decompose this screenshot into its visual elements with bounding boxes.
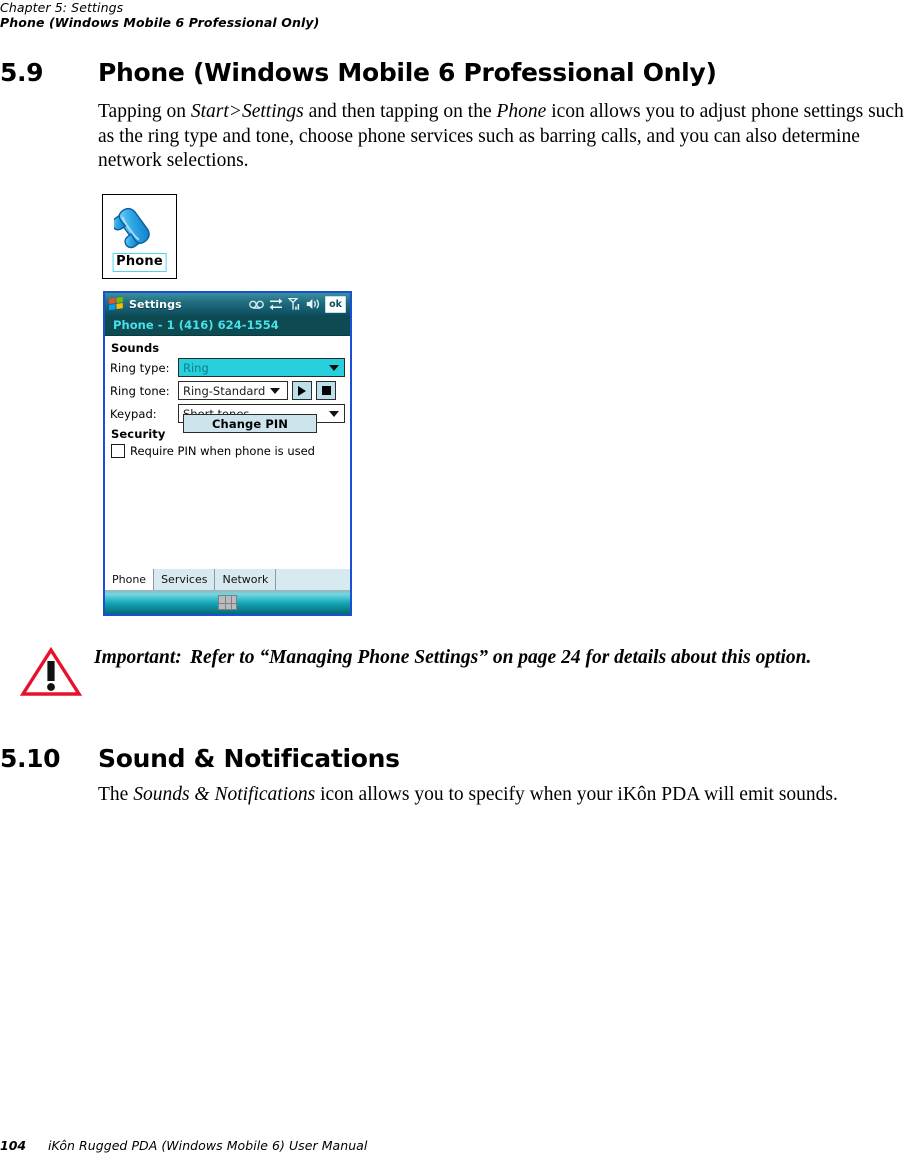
phone-number-label: Phone - 1 (416) 624-1554 [113, 318, 279, 332]
footer-page-number: 104 [0, 1138, 27, 1153]
keypad-label: Keypad: [110, 406, 157, 421]
tab-network[interactable]: Network [215, 569, 277, 590]
pda-tab-bar: Phone Services Network [105, 569, 350, 590]
important-note-lead: Important: [94, 647, 182, 668]
phone-icon-caption: Phone [112, 253, 167, 272]
section-heading-5-10: 5.10 Sound & Notifications [0, 744, 400, 773]
tab-services[interactable]: Services [154, 569, 216, 590]
ring-type-row: Ring type: Ring [110, 358, 345, 377]
section-number: 5.9 [0, 58, 44, 87]
status-icon-tray: ok [249, 295, 346, 313]
chevron-down-icon[interactable] [270, 387, 280, 394]
pda-content-area: Sounds Ring type: Ring Ring tone: Ring-S… [105, 336, 350, 590]
voicemail-icon[interactable] [249, 299, 265, 310]
running-head-section: Phone (Windows Mobile 6 Professional Onl… [0, 15, 320, 30]
page-footer: 104 iKôn Rugged PDA (Windows Mobile 6) U… [0, 1138, 367, 1153]
pda-titlebar: Settings ok [105, 293, 350, 315]
paragraph-emphasis-phone: Phone [496, 101, 547, 122]
require-pin-row[interactable]: Require PIN when phone is used [111, 444, 345, 458]
paragraph-part-2: icon allows you to specify when your iKô… [315, 784, 838, 805]
ring-type-combobox[interactable]: Ring [178, 358, 345, 377]
pda-window-title: Settings [129, 297, 182, 311]
speaker-icon[interactable] [306, 298, 320, 310]
running-head: Chapter 5: Settings Phone (Windows Mobil… [0, 0, 916, 30]
signal-bars-icon[interactable] [288, 298, 301, 310]
windows-flag-icon[interactable] [108, 297, 125, 311]
sounds-group-label: Sounds [111, 341, 160, 355]
ring-type-label: Ring type: [110, 360, 170, 375]
chevron-down-icon[interactable] [329, 410, 339, 417]
paragraph-part-1: The [98, 784, 134, 805]
pda-taskbar [105, 590, 350, 614]
ring-tone-row: Ring tone: Ring-Standard [110, 381, 345, 400]
phone-handset-icon [113, 207, 150, 249]
important-note: Important: Refer to “Managing Phone Sett… [20, 645, 900, 697]
ok-button[interactable]: ok [325, 295, 346, 313]
play-button[interactable] [292, 381, 312, 400]
section-number: 5.10 [0, 744, 61, 773]
paragraph-part-2: and then tapping on the [303, 101, 497, 122]
page-title: Phone (Windows Mobile 6 Professional Onl… [98, 58, 717, 87]
paragraph-emphasis-start-settings: Start>Settings [190, 101, 304, 122]
running-head-chapter: Chapter 5: Settings [0, 0, 124, 15]
section-5-9-paragraph: Tapping on Start>Settings and then tappi… [98, 100, 916, 174]
ring-tone-value: Ring-Standard [183, 383, 266, 398]
paragraph-part-1: Tapping on [98, 101, 191, 122]
section-heading-5-9: 5.9 Phone (Windows Mobile 6 Professional… [0, 58, 717, 87]
section-5-10-paragraph: The Sounds & Notifications icon allows y… [98, 783, 888, 808]
connectivity-icon[interactable] [269, 298, 283, 310]
stop-icon [321, 386, 331, 395]
stop-button[interactable] [316, 381, 336, 400]
footer-manual-title: iKôn Rugged PDA (Windows Mobile 6) User … [48, 1138, 368, 1153]
tab-phone[interactable]: Phone [105, 569, 155, 590]
play-icon [298, 385, 306, 396]
change-pin-button[interactable]: Change PIN [183, 414, 317, 433]
tab-bar-filler [276, 569, 350, 590]
important-note-body: Important: Refer to “Managing Phone Sett… [94, 645, 811, 670]
ring-type-value: Ring [183, 360, 209, 375]
section-title: Sound & Notifications [98, 744, 400, 773]
warning-triangle-icon [20, 647, 82, 696]
pda-phone-number-bar: Phone - 1 (416) 624-1554 [105, 315, 350, 336]
require-pin-label: Require PIN when phone is used [130, 444, 315, 458]
paragraph-emphasis-sounds-notifications: Sounds & Notifications [133, 784, 316, 805]
ring-tone-label: Ring tone: [110, 383, 170, 398]
important-note-text: Refer to “Managing Phone Settings” on pa… [190, 647, 812, 668]
chevron-down-icon[interactable] [329, 364, 339, 371]
ring-tone-combobox[interactable]: Ring-Standard [178, 381, 288, 400]
phone-icon-figure: Phone [102, 194, 177, 279]
keyboard-icon[interactable] [218, 594, 237, 610]
require-pin-checkbox[interactable] [111, 444, 125, 458]
pda-screenshot: Settings ok Phone - 1 (416) 624-1554 Sou… [103, 291, 352, 616]
